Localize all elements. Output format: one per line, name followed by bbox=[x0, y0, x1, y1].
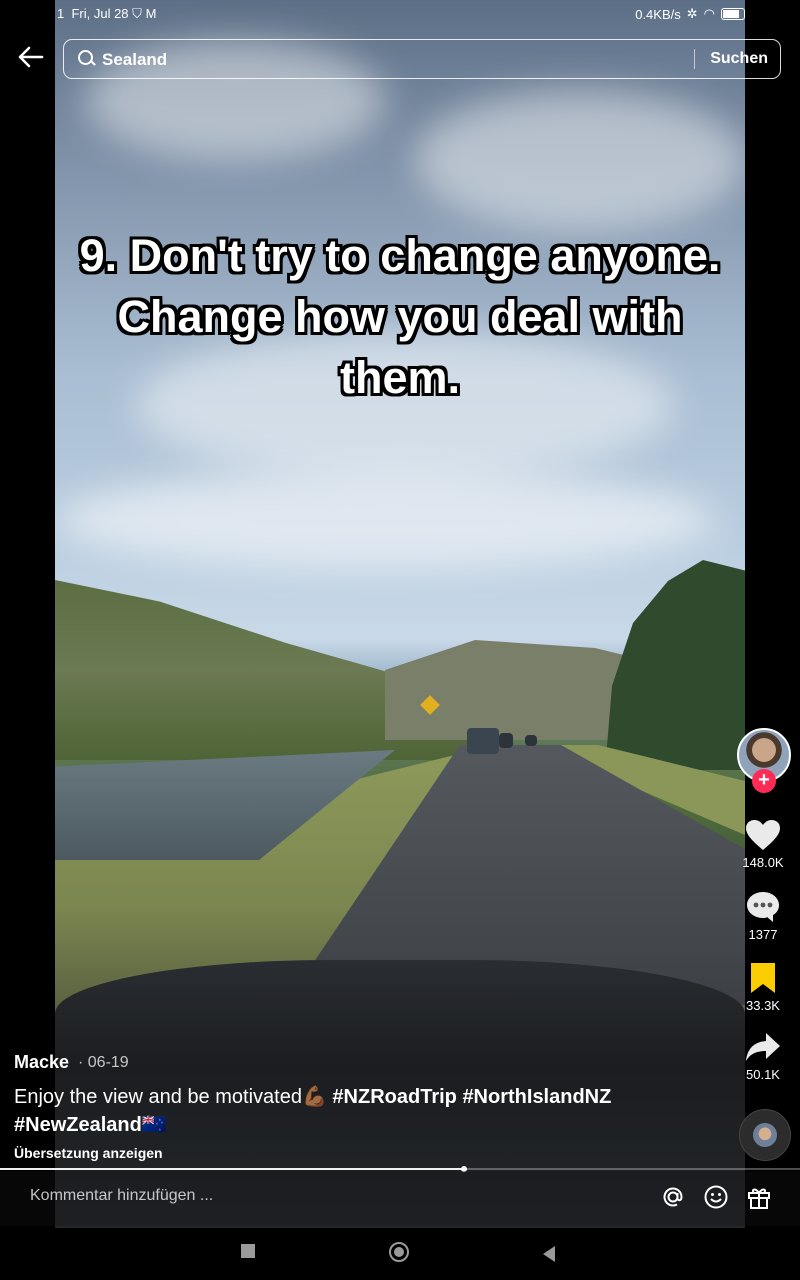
status-time: 1 bbox=[57, 6, 65, 21]
share-icon bbox=[733, 1027, 793, 1067]
comment-button[interactable]: 1377 bbox=[733, 887, 793, 942]
battery-icon bbox=[721, 8, 745, 20]
status-bar: 1 Fri, Jul 28 ⛉ M 0.4KB/s ✲ ◠ bbox=[0, 6, 800, 26]
back-arrow-icon[interactable] bbox=[18, 44, 52, 76]
home-icon[interactable] bbox=[389, 1242, 409, 1262]
emoji-icon[interactable] bbox=[702, 1183, 730, 1211]
shield-icon: ⛉ bbox=[132, 6, 142, 21]
hashtag[interactable]: #NorthIslandNZ bbox=[462, 1086, 611, 1108]
video-description: Enjoy the view and be motivated💪🏾 #NZRoa… bbox=[14, 1083, 724, 1139]
heart-icon bbox=[733, 815, 793, 855]
trees-right bbox=[605, 560, 745, 770]
hashtag[interactable]: #NZRoadTrip bbox=[332, 1086, 456, 1108]
wifi-icon: ◠ bbox=[703, 6, 715, 21]
cloud bbox=[55, 470, 715, 570]
comment-bar: Kommentar hinzufügen ... bbox=[0, 1171, 800, 1226]
description-text: Enjoy the view and be motivated💪🏾 bbox=[14, 1086, 333, 1108]
music-disc[interactable] bbox=[739, 1109, 791, 1161]
comment-icon bbox=[733, 887, 793, 927]
car bbox=[499, 733, 513, 748]
status-right: 0.4KB/s ✲ ◠ bbox=[635, 6, 745, 22]
like-button[interactable]: 148.0K bbox=[733, 815, 793, 870]
network-speed: 0.4KB/s bbox=[635, 6, 681, 22]
car bbox=[525, 735, 537, 746]
search-input[interactable]: Sealand bbox=[102, 50, 167, 70]
progress-fill bbox=[0, 1168, 464, 1170]
save-count: 33.3K bbox=[746, 998, 780, 1013]
search-button[interactable]: Suchen bbox=[710, 50, 768, 68]
status-left: 1 Fri, Jul 28 ⛉ M bbox=[57, 6, 156, 22]
save-button[interactable]: 33.3K bbox=[733, 958, 793, 1013]
author-name[interactable]: Macke bbox=[14, 1052, 69, 1073]
post-date: · 06-19 bbox=[78, 1054, 129, 1071]
search-icon bbox=[78, 50, 93, 65]
video-progress-bar[interactable] bbox=[0, 1166, 800, 1172]
car bbox=[467, 728, 499, 754]
comment-count: 1377 bbox=[748, 927, 778, 942]
bluetooth-icon: ✲ bbox=[686, 6, 698, 21]
share-count: 50.1K bbox=[746, 1067, 780, 1082]
video-overlay-text: 9. Don't try to change anyone. Change ho… bbox=[79, 230, 721, 403]
share-button[interactable]: 50.1K bbox=[733, 1027, 793, 1082]
recent-apps-icon[interactable] bbox=[241, 1244, 255, 1258]
system-nav-bar bbox=[0, 1228, 800, 1280]
mail-icon: M bbox=[145, 6, 157, 21]
at-icon[interactable] bbox=[659, 1183, 687, 1211]
status-date: Fri, Jul 28 bbox=[71, 6, 129, 21]
translate-link[interactable]: Übersetzung anzeigen bbox=[14, 1145, 163, 1161]
like-count: 148.0K bbox=[742, 855, 784, 870]
bookmark-icon bbox=[733, 958, 793, 998]
search-bar[interactable]: Sealand Suchen bbox=[63, 39, 781, 79]
back-nav-icon[interactable] bbox=[541, 1243, 557, 1269]
comment-input[interactable]: Kommentar hinzufügen ... bbox=[30, 1187, 213, 1205]
hashtag[interactable]: #NewZealand🇳🇿 bbox=[14, 1114, 167, 1136]
search-divider bbox=[694, 49, 695, 69]
gift-icon[interactable] bbox=[745, 1183, 773, 1211]
video-player[interactable] bbox=[55, 0, 745, 1228]
cloud bbox=[415, 90, 745, 230]
follow-button[interactable]: + bbox=[752, 769, 776, 793]
